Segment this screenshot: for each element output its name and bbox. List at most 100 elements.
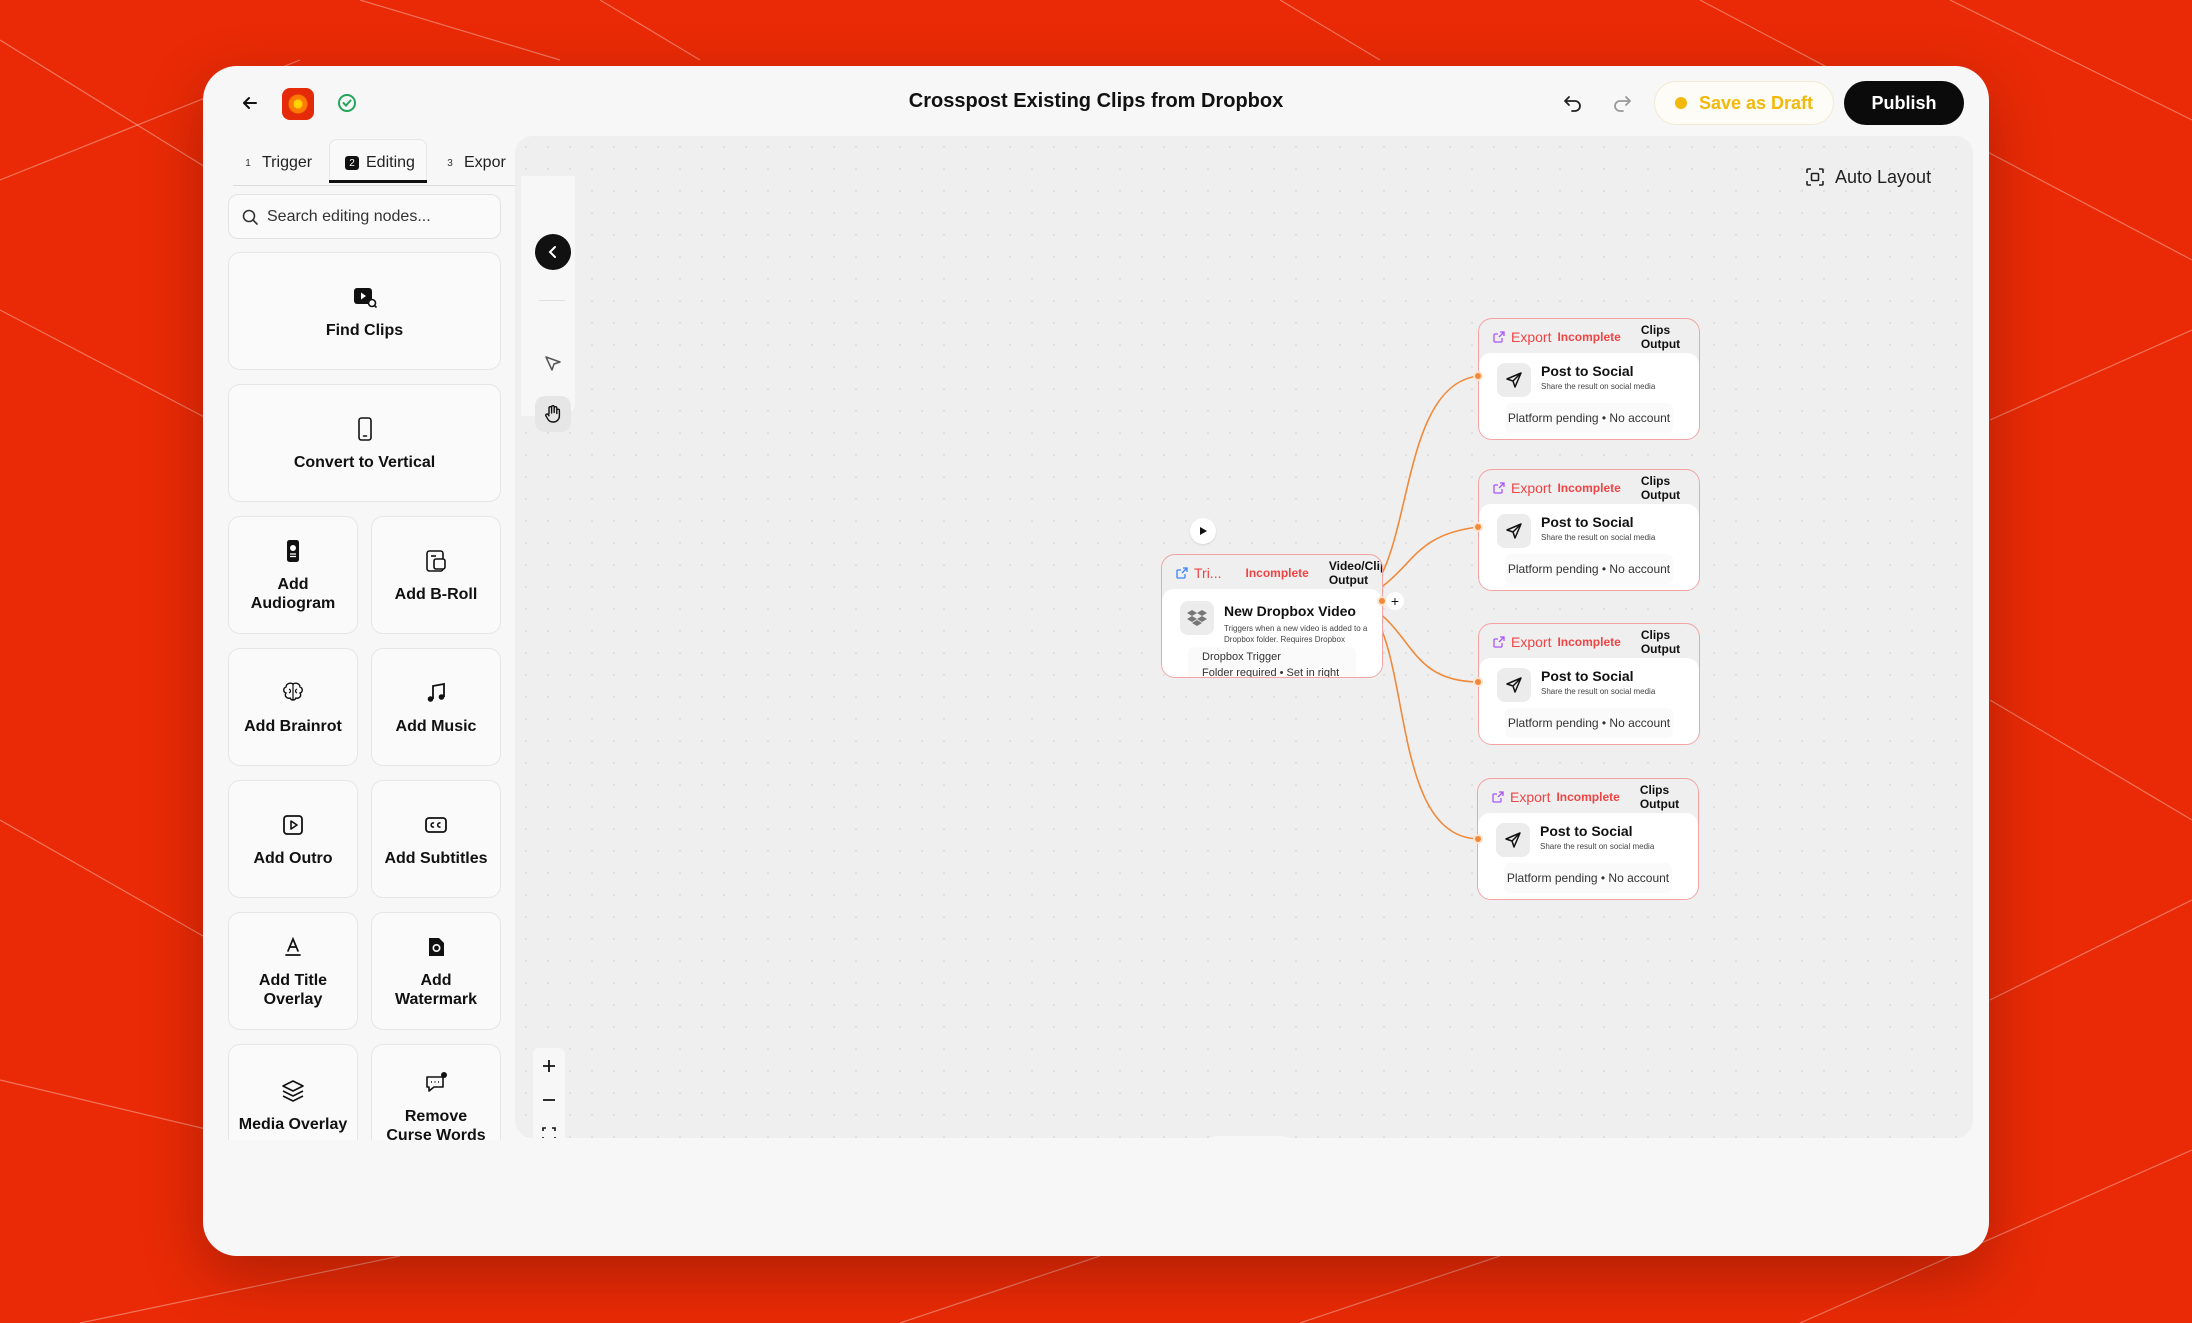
node-header: Tri... Incomplete Video/Clips Output [1162, 555, 1382, 591]
node-output: Clips Output [1640, 474, 1681, 502]
editing-node-list: Find Clips Convert to Vertical Add Audio… [228, 252, 501, 1140]
phone-icon [357, 416, 372, 441]
node-status: Incomplete [1245, 566, 1309, 580]
music-icon [427, 682, 445, 702]
fit-view-button[interactable] [533, 1118, 565, 1138]
search-icon [242, 209, 258, 225]
node-description: Share the result on social media [1540, 842, 1655, 851]
tab-label: Editing [366, 154, 415, 171]
node-header: Export Incomplete Clips Output [1479, 470, 1699, 506]
undo-icon[interactable] [1560, 90, 1586, 116]
node-header: Export Incomplete Clips Output [1478, 779, 1698, 815]
node-kind-label: Tri... [1194, 565, 1222, 581]
node-header: Export Incomplete Clips Output [1479, 319, 1699, 355]
node-card-add-outro[interactable]: Add Outro [228, 780, 358, 898]
video-search-icon [353, 287, 377, 308]
node-card-add-music[interactable]: Add Music [371, 648, 501, 766]
node-kind-label: Export [1511, 329, 1552, 345]
tab-editing[interactable]: 2 Editing [345, 148, 415, 178]
save-draft-button[interactable]: Save as Draft [1654, 81, 1834, 125]
zoom-out-button[interactable] [533, 1084, 565, 1116]
node-card-label: Add Brainrot [244, 717, 342, 735]
node-card-add-subtitles[interactable]: Add Subtitles [371, 780, 501, 898]
input-port[interactable] [1473, 834, 1483, 844]
node-body: Post to Social Share the result on socia… [1479, 353, 1699, 439]
tab-number: 2 [345, 156, 359, 170]
node-status: Incomplete [1556, 790, 1620, 804]
node-card-remove-curse-words[interactable]: Remove Curse Words [371, 1044, 501, 1140]
node-card-label: Remove Curse Words [386, 1108, 486, 1140]
node-info: Platform pending • No account [1505, 403, 1673, 433]
brain-icon [283, 682, 303, 701]
node-card-find-clips[interactable]: Find Clips [228, 252, 501, 370]
trigger-node[interactable]: Tri... Incomplete Video/Clips Output New… [1161, 554, 1383, 678]
node-description: Share the result on social media [1541, 382, 1656, 391]
node-card-media-overlay[interactable]: Media Overlay [228, 1044, 358, 1140]
zoom-in-icon [543, 1060, 555, 1072]
cc-icon [425, 816, 447, 833]
node-header: Export Incomplete Clips Output [1479, 624, 1699, 660]
export-node[interactable]: Export Incomplete Clips Output Post to S… [1478, 623, 1700, 745]
watermark-icon [429, 938, 444, 956]
node-status: Incomplete [1557, 481, 1621, 495]
node-card-label: Add Audiogram [250, 576, 336, 612]
node-card-label: Add Music [395, 717, 477, 735]
app-window: Crosspost Existing Clips from Dropbox Sa… [203, 66, 1989, 1256]
search-field[interactable] [228, 194, 501, 239]
curse-icon [426, 1072, 447, 1092]
publish-button[interactable]: Publish [1844, 81, 1964, 125]
node-card-label: Add Watermark [394, 972, 478, 1008]
node-output: Clips Output [1639, 783, 1680, 811]
node-card-label: Add Outro [253, 849, 333, 867]
export-link-icon [1493, 331, 1505, 343]
export-link-icon [1492, 791, 1504, 803]
node-card-add-brainrot[interactable]: Add Brainrot [228, 648, 358, 766]
node-card-label: Convert to Vertical [293, 453, 436, 471]
save-draft-label: Save as Draft [1698, 92, 1814, 113]
workflow-canvas[interactable]: Auto Layout Tri... Incomplete Video/Clip… [515, 136, 1973, 1138]
node-card-add-watermark[interactable]: Add Watermark [371, 912, 501, 1030]
send-icon [1497, 363, 1531, 397]
node-card-convert-vertical[interactable]: Convert to Vertical [228, 384, 501, 502]
input-port[interactable] [1473, 371, 1483, 381]
node-info: Dropbox Trigger Folder required • Set in… [1188, 647, 1356, 677]
input-port[interactable] [1473, 677, 1483, 687]
export-node[interactable]: Export Incomplete Clips Output Post to S… [1478, 318, 1700, 440]
run-trigger-button[interactable] [1190, 518, 1216, 544]
tab-number: 3 [447, 157, 453, 169]
zoom-in-button[interactable] [533, 1050, 565, 1082]
node-kind: Export [1493, 329, 1551, 345]
node-card-add-audiogram[interactable]: Add Audiogram [228, 516, 358, 634]
node-title: Post to Social [1541, 363, 1634, 379]
node-description: Share the result on social media [1541, 687, 1656, 696]
node-info-title: Dropbox Trigger [1202, 651, 1281, 663]
node-kind-label: Export [1511, 634, 1552, 650]
input-port[interactable] [1473, 522, 1483, 532]
node-title: Post to Social [1541, 668, 1634, 684]
trigger-link-icon [1176, 567, 1188, 579]
send-icon [1497, 514, 1531, 548]
export-node[interactable]: Export Incomplete Clips Output Post to S… [1477, 778, 1699, 900]
tab-export[interactable]: 3 Expor [443, 148, 506, 178]
send-icon [1497, 668, 1531, 702]
node-output: Clips Output [1640, 628, 1681, 656]
node-title: Post to Social [1541, 514, 1634, 530]
node-info: Platform pending • No account [1505, 708, 1673, 738]
export-node[interactable]: Export Incomplete Clips Output Post to S… [1478, 469, 1700, 591]
redo-icon[interactable] [1609, 90, 1635, 116]
editor-mode-toggle: </> [1197, 1136, 1303, 1138]
node-info: Platform pending • No account [1505, 554, 1673, 584]
audiogram-icon [287, 540, 299, 562]
active-tab-underline [329, 180, 427, 183]
node-status: Incomplete [1557, 330, 1621, 344]
node-kind: Export [1493, 480, 1551, 496]
node-card-add-title-overlay[interactable]: Add Title Overlay [228, 912, 358, 1030]
tab-number: 1 [245, 157, 251, 169]
sidebar-tabs: 1 Trigger 2 Editing 3 Expor [233, 138, 525, 186]
search-input[interactable] [267, 207, 487, 226]
tab-trigger[interactable]: 1 Trigger [241, 148, 312, 178]
export-link-icon [1493, 636, 1505, 648]
node-output: Video/Clips Output [1328, 559, 1382, 587]
add-node-button[interactable]: + [1386, 592, 1404, 610]
node-card-add-broll[interactable]: Add B-Roll [371, 516, 501, 634]
